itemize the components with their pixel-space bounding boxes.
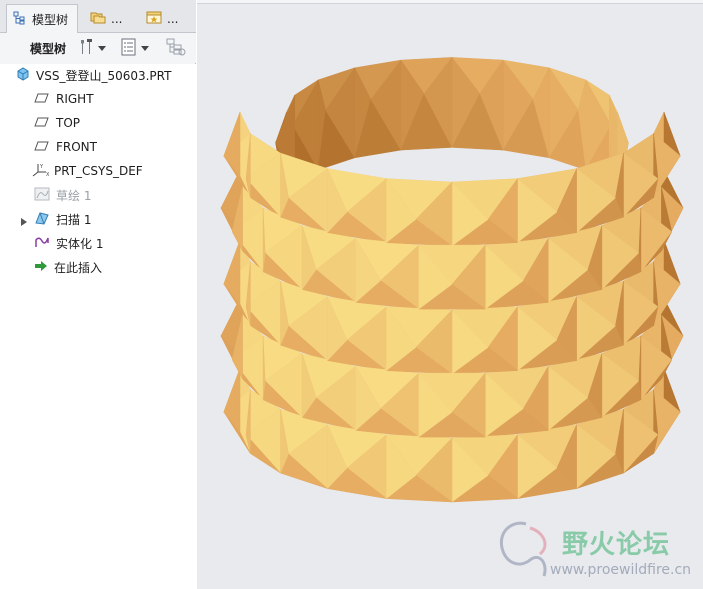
tab-folder-browser[interactable]: ... (84, 4, 136, 33)
tab-favorites[interactable]: ... (140, 4, 192, 33)
filter-icon (166, 38, 186, 59)
tab-model-tree-label: 模型树 (32, 12, 69, 27)
chevron-down-icon (141, 41, 149, 55)
coordinate-system-icon: YX (32, 162, 50, 181)
forum-watermark: 野火论坛 www.proewildfire.cn (490, 518, 703, 588)
model-tree: VSS_登登山_50603.PRT RIGHT TOP FRONT YX PRT… (0, 64, 196, 589)
watermark-url: www.proewildfire.cn (550, 562, 692, 578)
tree-item-label: TOP (56, 116, 81, 130)
model-tree-toolbar: 模型树 (0, 33, 196, 63)
tree-item-insert-here[interactable]: 在此插入 (34, 257, 102, 277)
solidify-icon (34, 235, 50, 252)
tree-item-sketch[interactable]: 草绘 1 (34, 185, 91, 205)
svg-text:X: X (46, 172, 50, 178)
tree-item-label: 在此插入 (54, 260, 103, 275)
filter-button[interactable] (166, 38, 186, 59)
tree-item-label: PRT_CSYS_DEF (54, 164, 143, 178)
tab-favorites-label: ... (167, 11, 179, 26)
svg-text:Y: Y (39, 164, 44, 170)
tab-folder-browser-label: ... (111, 11, 123, 26)
graphics-area[interactable] (197, 0, 703, 589)
insert-here-arrow-icon (34, 260, 48, 275)
chevron-down-icon (98, 41, 106, 55)
tree-item-top[interactable]: TOP (34, 113, 80, 133)
part-icon (16, 66, 30, 84)
navigator-tabs: 模型树 ... ... (0, 0, 196, 33)
tree-settings-button[interactable] (77, 38, 106, 59)
tree-item-front[interactable]: FRONT (34, 137, 97, 157)
part-model-3d[interactable] (197, 0, 703, 589)
model-tree-panel: 模型树 ... ... 模型树 VSS_登登山_50603.PRT RIGHT … (0, 0, 196, 589)
show-menu-button[interactable] (120, 38, 149, 59)
datum-plane-icon (34, 92, 50, 107)
expand-arrow-icon[interactable] (20, 215, 28, 226)
tree-item-label: FRONT (56, 140, 97, 154)
tree-item-label: 草绘 1 (56, 188, 92, 203)
folder-browser-icon (90, 10, 106, 27)
model-tree-icon (13, 11, 27, 28)
watermark-title: 野火论坛 (562, 530, 671, 560)
sweep-icon (34, 211, 50, 228)
datum-plane-icon (34, 140, 50, 155)
datum-plane-icon (34, 116, 50, 131)
tree-item-label: 实体化 1 (56, 236, 104, 251)
tab-model-tree[interactable]: 模型树 (6, 4, 78, 33)
tree-item-solidify[interactable]: 实体化 1 (34, 233, 103, 253)
sketch-icon (34, 187, 50, 204)
toolbar-title: 模型树 (30, 41, 67, 56)
tree-item-label: RIGHT (56, 92, 94, 106)
tree-item-label: 扫描 1 (56, 212, 92, 227)
tree-item-csys[interactable]: YX PRT_CSYS_DEF (32, 161, 143, 181)
tree-root-label: VSS_登登山_50603.PRT (36, 68, 172, 83)
tree-item-sweep[interactable]: 扫描 1 (20, 209, 91, 229)
favorites-icon (146, 10, 162, 27)
tree-item-right[interactable]: RIGHT (34, 89, 94, 109)
tools-icon (77, 38, 95, 59)
list-icon (120, 38, 138, 59)
tree-root-part[interactable]: VSS_登登山_50603.PRT (16, 65, 171, 85)
